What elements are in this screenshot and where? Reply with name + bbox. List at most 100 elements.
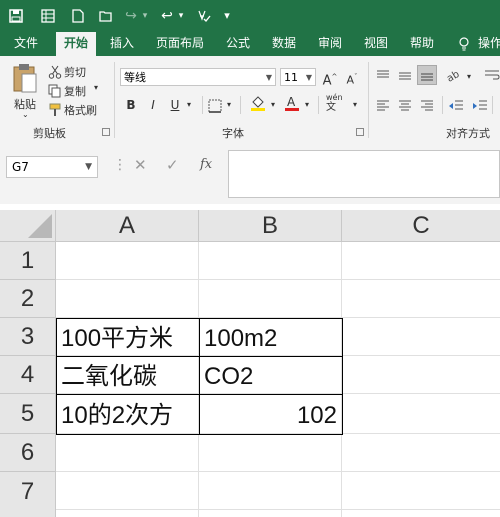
ribbon: 粘贴 ⌄ 剪切 复制 ▾ 格式刷 剪贴板 等线 ▼ 11 ▼ A^ Aˇ B I…	[0, 56, 500, 145]
cell-a5-text: 10的2次方	[61, 402, 174, 429]
decrease-font-size-icon[interactable]: Aˇ	[344, 68, 360, 87]
orientation-icon[interactable]: ab	[445, 68, 462, 85]
font-dialog-launcher-icon[interactable]	[356, 128, 364, 136]
new-file-icon[interactable]	[68, 0, 88, 35]
paste-icon[interactable]	[12, 62, 40, 96]
redo-dropdown-icon[interactable]: ▾	[140, 0, 150, 32]
fill-color-dropdown-icon[interactable]: ▾	[268, 96, 278, 114]
insert-function-icon[interactable]: fx	[200, 154, 212, 176]
cancel-icon[interactable]: ✕	[134, 154, 147, 176]
borders-icon[interactable]	[208, 98, 222, 113]
group-divider	[368, 62, 369, 138]
format-painter-icon[interactable]	[48, 102, 62, 116]
copy-icon[interactable]	[48, 83, 62, 98]
gridline	[56, 509, 500, 510]
middle-align-icon[interactable]	[398, 68, 412, 82]
phonetic-label: wén	[326, 93, 343, 102]
font-group-label: 字体	[222, 127, 244, 140]
bold-button[interactable]: B	[124, 96, 138, 114]
font-size-combo[interactable]: 11 ▼	[280, 68, 316, 86]
tab-home[interactable]: 开始	[56, 32, 97, 56]
column-header-c[interactable]: C	[342, 210, 500, 242]
tab-insert[interactable]: 插入	[110, 32, 134, 56]
italic-button[interactable]: I	[146, 96, 160, 114]
name-box[interactable]: G7 ▼	[6, 156, 98, 178]
undo-dropdown-icon[interactable]: ▾	[176, 0, 186, 32]
row-header-3[interactable]: 3	[0, 318, 56, 356]
save-icon[interactable]	[6, 0, 26, 35]
row-header-4[interactable]: 4	[0, 356, 56, 394]
underline-button[interactable]: U	[168, 96, 182, 114]
borders-dropdown-icon[interactable]: ▾	[224, 96, 234, 114]
top-align-icon[interactable]	[376, 68, 390, 82]
gridline	[56, 471, 500, 472]
phonetic-guide-icon[interactable]: wén 文	[326, 94, 348, 114]
open-file-icon[interactable]	[96, 0, 116, 34]
column-header-a[interactable]: A	[56, 210, 199, 242]
row-header-6[interactable]: 6	[0, 434, 56, 472]
svg-text:A: A	[287, 95, 296, 109]
more-dots-icon: ⋮	[113, 157, 127, 173]
align-left-icon[interactable]	[376, 98, 390, 112]
align-right-icon[interactable]	[420, 98, 434, 112]
underline-dropdown-icon[interactable]: ▾	[184, 96, 194, 114]
undo-icon[interactable]: ↩	[158, 0, 176, 32]
tab-data[interactable]: 数据	[272, 32, 296, 56]
orientation-dropdown-icon[interactable]: ▾	[464, 68, 474, 86]
cut-button[interactable]: 剪切	[64, 64, 86, 80]
phonetic-dropdown-icon[interactable]: ▾	[350, 96, 360, 114]
decrease-indent-icon[interactable]	[448, 98, 464, 112]
lightbulb-icon	[458, 32, 470, 56]
divider	[202, 96, 203, 114]
align-center-icon[interactable]	[398, 98, 412, 112]
cell-a3-text: 100平方米	[61, 325, 174, 352]
font-color-dropdown-icon[interactable]: ▾	[302, 96, 312, 114]
scissors-icon[interactable]	[48, 64, 62, 79]
customize-qat-icon[interactable]: ▾	[222, 0, 232, 32]
spellcheck-icon[interactable]	[194, 0, 214, 35]
tab-help[interactable]: 帮助	[410, 32, 434, 56]
increase-font-size-icon[interactable]: A^	[322, 68, 338, 88]
row-header-2[interactable]: 2	[0, 280, 56, 318]
tab-page-layout[interactable]: 页面布局	[156, 32, 204, 56]
cell-a4-text: 二氧化碳	[61, 363, 157, 390]
alignment-group-label: 对齐方式	[446, 127, 490, 140]
copy-dropdown-icon[interactable]: ▾	[94, 83, 98, 92]
row-header-1[interactable]: 1	[0, 242, 56, 280]
divider	[492, 96, 493, 114]
copy-button[interactable]: 复制	[64, 83, 86, 99]
clipboard-dialog-launcher-icon[interactable]	[102, 128, 110, 136]
row-header-7[interactable]: 7	[0, 472, 56, 517]
tab-review[interactable]: 审阅	[318, 32, 342, 56]
font-color-icon[interactable]: A	[284, 94, 300, 112]
clipboard-group-label: 剪贴板	[33, 127, 66, 140]
bottom-align-button[interactable]	[417, 65, 437, 85]
select-all-button[interactable]	[0, 210, 56, 242]
chevron-down-icon: ▼	[305, 73, 312, 82]
row-header-5[interactable]: 5	[0, 394, 56, 434]
ribbon-tabs: 文件 开始 插入 页面布局 公式 数据 审阅 视图 帮助 操作	[0, 32, 500, 56]
table-icon[interactable]	[38, 0, 58, 35]
enter-icon[interactable]: ✓	[166, 154, 179, 176]
fill-color-icon[interactable]	[250, 94, 266, 112]
tab-formulas[interactable]: 公式	[226, 32, 250, 56]
chevron-down-icon: ▼	[265, 73, 272, 82]
svg-text:ab: ab	[446, 69, 461, 83]
tab-tell-me[interactable]: 操作	[478, 32, 500, 56]
increase-indent-icon[interactable]	[472, 98, 488, 112]
cell-b4-text: CO2	[204, 363, 254, 390]
tab-view[interactable]: 视图	[364, 32, 388, 56]
wrap-text-icon[interactable]	[484, 68, 500, 82]
font-size-value: 11	[284, 71, 298, 84]
divider	[442, 96, 443, 114]
format-painter-button[interactable]: 格式刷	[64, 102, 97, 118]
font-name-value: 等线	[124, 71, 146, 84]
column-header-b[interactable]: B	[199, 210, 342, 242]
formula-input[interactable]	[228, 150, 500, 198]
name-box-dropdown-icon[interactable]: ▼	[85, 157, 92, 177]
title-bar: ↪ ▾ ↩ ▾ ▾	[0, 0, 500, 32]
font-name-combo[interactable]: 等线 ▼	[120, 68, 276, 86]
phonetic-char: 文	[326, 102, 336, 113]
tab-file[interactable]: 文件	[14, 32, 38, 56]
paste-dropdown-icon[interactable]: ⌄	[22, 110, 29, 119]
